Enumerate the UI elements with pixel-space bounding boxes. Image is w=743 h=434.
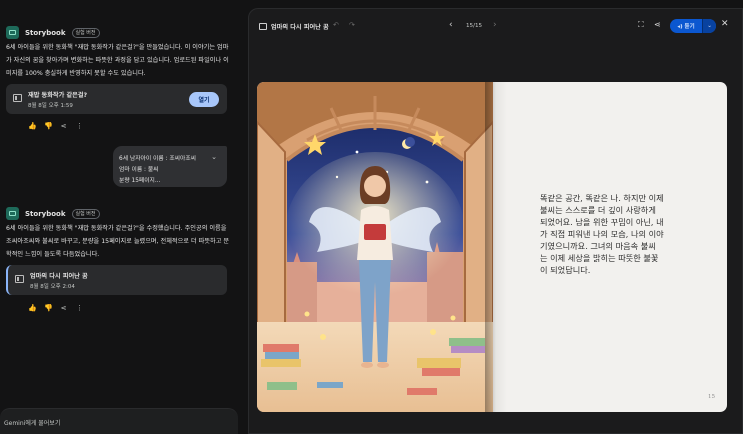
next-page-button[interactable]: › [493, 20, 497, 30]
listen-menu-chevron-icon[interactable]: ⌄ [702, 19, 716, 33]
message-actions: 👍 👎 ⋖ ⋮ [28, 123, 83, 130]
share-icon[interactable]: ⋖ [60, 305, 67, 312]
book-icon [15, 275, 24, 283]
book-spread: 똑같은 공간, 똑같은 나. 하지만 이제 불씨는 스스로를 더 깊이 사랑하게… [257, 82, 727, 412]
book-spine [485, 82, 507, 412]
storybook-icon [6, 207, 19, 220]
app-root: Storybook 실험 버전 6세 아이들을 위한 동화책 "재밥 동화작가 … [0, 0, 743, 434]
app-name: Storybook [25, 209, 66, 218]
illustration-page [257, 82, 493, 412]
story-card[interactable]: 재밥 동화작가 같은걸? 8월 8일 오후 1:59 열기 [6, 84, 227, 114]
user-line-2: 엄마 이름 : 불씨 [119, 167, 159, 173]
previous-page-button[interactable]: ‹ [449, 20, 453, 30]
message-header: Storybook 실험 버전 [6, 207, 100, 220]
illustration-image [257, 82, 493, 412]
thumbs-down-icon[interactable]: 👎 [44, 123, 53, 130]
open-button[interactable]: 열기 [189, 92, 219, 107]
card-date: 8월 8일 오후 1:59 [28, 103, 73, 109]
share-icon[interactable]: ⋖ [654, 20, 661, 29]
experimental-badge: 실험 버전 [71, 27, 100, 38]
prompt-placeholder: Gemini에게 물어보기 [4, 420, 61, 427]
story-text: 똑같은 공간, 똑같은 나. 하지만 이제 불씨는 스스로를 더 깊이 사랑하게… [540, 193, 664, 275]
viewer-toolbar: 엄마의 다시 피어난 꿈 ↶ ↷ ‹ 15/15 › ⛶ ⋖ ◂) 듣기 ⌄ ✕ [249, 9, 742, 43]
experimental-badge: 실험 버전 [71, 208, 100, 219]
book-icon [259, 23, 267, 30]
listen-label[interactable]: ◂) 듣기 [670, 19, 702, 33]
book-icon [13, 94, 22, 102]
user-line-3: 분량 15페이지... [119, 178, 161, 184]
undo-icon[interactable]: ↶ [333, 21, 339, 29]
chat-panel: Storybook 실험 버전 6세 아이들을 위한 동화책 "재밥 동화작가 … [0, 0, 240, 434]
user-line-1: 6세 남자아이 이름 : 조씨아조씨 [119, 156, 197, 162]
card-title: 엄마의 다시 피어난 꿈 [30, 273, 88, 280]
card-date: 8월 8일 오후 2:04 [30, 284, 75, 290]
thumbs-down-icon[interactable]: 👎 [44, 305, 53, 312]
more-icon[interactable]: ⋮ [76, 123, 83, 130]
close-icon[interactable]: ✕ [721, 19, 729, 29]
app-name: Storybook [25, 28, 66, 37]
page-number: 15 [708, 394, 715, 400]
storybook-icon [6, 26, 19, 39]
story-card-selected[interactable]: 엄마의 다시 피어난 꿈 8월 8일 오후 2:04 [6, 265, 227, 295]
user-message-bubble[interactable]: 6세 남자아이 이름 : 조씨아조씨 엄마 이름 : 불씨 분량 15페이지..… [113, 146, 227, 187]
message-actions: 👍 👎 ⋖ ⋮ [28, 305, 83, 312]
prompt-input[interactable]: Gemini에게 물어보기 [0, 408, 238, 434]
thumbs-up-icon[interactable]: 👍 [28, 123, 37, 130]
storybook-viewer: 엄마의 다시 피어난 꿈 ↶ ↷ ‹ 15/15 › ⛶ ⋖ ◂) 듣기 ⌄ ✕ [248, 8, 743, 434]
listen-button[interactable]: ◂) 듣기 ⌄ [670, 19, 716, 33]
fullscreen-icon[interactable]: ⛶ [638, 20, 644, 30]
message-text: 6세 아이들을 위한 동화책 "재밥 동화작가 같은걸?"을 만들었습니다. 이… [6, 44, 229, 77]
message-header: Storybook 실험 버전 [6, 26, 100, 39]
card-title: 재밥 동화작가 같은걸? [28, 92, 88, 99]
redo-icon[interactable]: ↷ [349, 21, 355, 29]
more-icon[interactable]: ⋮ [76, 305, 83, 312]
page-indicator: 15/15 [466, 23, 483, 29]
message-text: 6세 아이들을 위한 동화책 "재밥 동화작가 같은걸?"을 수정했습니다. 주… [6, 225, 230, 258]
viewer-title: 엄마의 다시 피어난 꿈 [271, 24, 329, 31]
share-icon[interactable]: ⋖ [60, 123, 67, 130]
expand-chevron-icon[interactable]: ⌄ [211, 153, 217, 161]
thumbs-up-icon[interactable]: 👍 [28, 305, 37, 312]
